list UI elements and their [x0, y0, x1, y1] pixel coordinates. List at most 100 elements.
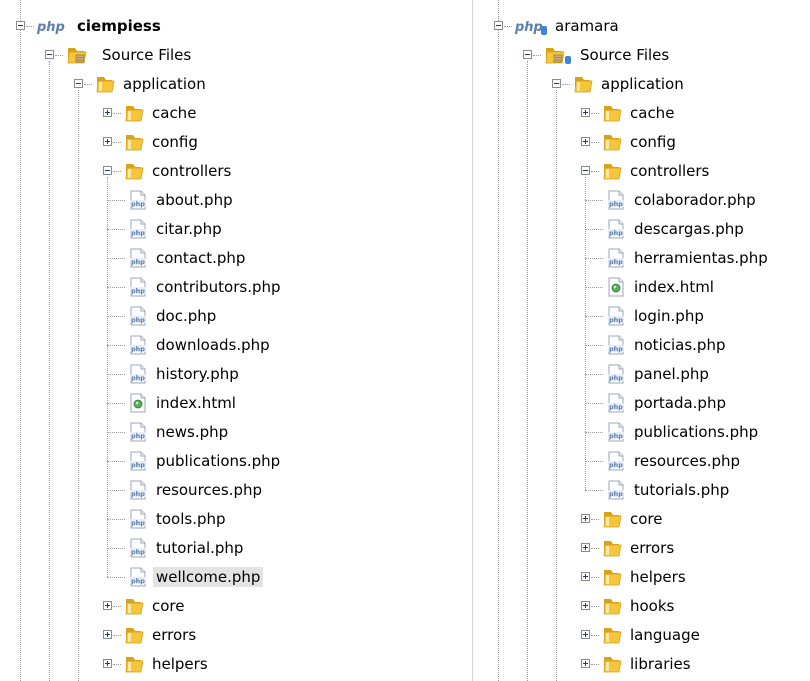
tree-file-row[interactable]: php about.php [0, 186, 470, 215]
file-name-label[interactable]: tutorials.php [631, 480, 732, 500]
tree-node-row[interactable]: language [478, 621, 810, 650]
file-name-label[interactable]: index.html [153, 393, 239, 413]
tree-node-row[interactable]: cache [0, 99, 470, 128]
expand-icon[interactable] [103, 601, 112, 610]
expand-icon[interactable] [581, 601, 590, 610]
tree-node-row[interactable]: Source Files [478, 41, 810, 70]
tree-file-row[interactable]: php publications.php [478, 418, 810, 447]
tree-file-row[interactable]: php panel.php [478, 360, 810, 389]
tree-node-row[interactable]: config [0, 128, 470, 157]
tree-node-row[interactable]: application [478, 70, 810, 99]
collapse-icon[interactable] [45, 50, 54, 59]
tree-file-row[interactable]: php portada.php [478, 389, 810, 418]
expand-icon[interactable] [581, 572, 590, 581]
collapse-icon[interactable] [523, 50, 532, 59]
tree-node-row[interactable]: controllers [478, 157, 810, 186]
tree-file-row[interactable]: php contact.php [0, 244, 470, 273]
project-root-label[interactable]: aramara [552, 16, 622, 36]
tree-file-row[interactable]: php tutorials.php [478, 476, 810, 505]
tree-file-row[interactable]: php colaborador.php [478, 186, 810, 215]
tree-file-row[interactable]: php tutorial.php [0, 534, 470, 563]
tree-file-row[interactable]: php resources.php [478, 447, 810, 476]
collapse-icon[interactable] [74, 79, 83, 88]
tree-file-row[interactable]: index.html [0, 389, 470, 418]
file-name-label[interactable]: descargas.php [631, 219, 747, 239]
collapse-icon[interactable] [552, 79, 561, 88]
tree-node-row[interactable]: cache [478, 99, 810, 128]
tree-node-row[interactable]: libraries [478, 650, 810, 679]
expand-icon[interactable] [103, 659, 112, 668]
folder-config-label[interactable]: config [627, 132, 679, 152]
folder-cache-label[interactable]: cache [627, 103, 677, 123]
file-name-label[interactable]: publications.php [153, 451, 283, 471]
folder-helpers-label[interactable]: helpers [627, 567, 689, 587]
file-name-label[interactable]: colaborador.php [631, 190, 759, 210]
file-name-label[interactable]: history.php [153, 364, 242, 384]
tree-node-row[interactable]: controllers [0, 157, 470, 186]
tree-file-row[interactable]: php citar.php [0, 215, 470, 244]
file-name-label[interactable]: publications.php [631, 422, 761, 442]
file-name-label[interactable]: resources.php [631, 451, 743, 471]
tree-file-row[interactable]: php doc.php [0, 302, 470, 331]
tree-file-row[interactable]: php news.php [0, 418, 470, 447]
file-name-label[interactable]: doc.php [153, 306, 219, 326]
tree-file-row[interactable]: index.html [478, 273, 810, 302]
file-name-label[interactable]: panel.php [631, 364, 712, 384]
file-name-label[interactable]: login.php [631, 306, 707, 326]
tree-file-row[interactable]: php noticias.php [478, 331, 810, 360]
file-name-label[interactable]: noticias.php [631, 335, 728, 355]
folder-config-label[interactable]: config [149, 132, 201, 152]
tree-file-row[interactable]: php tools.php [0, 505, 470, 534]
source-files-node-label[interactable]: Source Files [99, 45, 194, 65]
folder-application-label[interactable]: application [120, 74, 209, 94]
folder-language-label[interactable]: language [627, 625, 703, 645]
project-root-label[interactable]: ciempiess [74, 16, 164, 36]
collapse-icon[interactable] [16, 21, 25, 30]
tree-file-row[interactable]: php downloads.php [0, 331, 470, 360]
file-name-label[interactable]: citar.php [153, 219, 225, 239]
folder-libraries-label[interactable]: libraries [627, 654, 694, 674]
tree-file-row[interactable]: php wellcome.php [0, 563, 470, 592]
file-name-label[interactable]: tools.php [153, 509, 229, 529]
collapse-icon[interactable] [103, 166, 112, 175]
tree-node-row[interactable]: config [478, 128, 810, 157]
tree-node-row[interactable]: core [478, 505, 810, 534]
tree-node-row[interactable]: php ciempiess [0, 12, 470, 41]
tree-node-row[interactable]: Source Files [0, 41, 470, 70]
expand-icon[interactable] [581, 137, 590, 146]
file-name-label[interactable]: about.php [153, 190, 236, 210]
file-name-label[interactable]: downloads.php [153, 335, 273, 355]
file-name-label[interactable]: resources.php [153, 480, 265, 500]
expand-icon[interactable] [103, 108, 112, 117]
tree-node-row[interactable]: php aramara [478, 12, 810, 41]
tree-node-row[interactable]: helpers [0, 650, 470, 679]
folder-controllers-label[interactable]: controllers [627, 161, 712, 181]
file-name-label[interactable]: herramientas.php [631, 248, 771, 268]
folder-controllers-label[interactable]: controllers [149, 161, 234, 181]
folder-errors-label[interactable]: errors [149, 625, 199, 645]
folder-hooks-label[interactable]: hooks [627, 596, 677, 616]
file-name-label[interactable]: contact.php [153, 248, 248, 268]
file-name-label[interactable]: tutorial.php [153, 538, 246, 558]
tree-node-row[interactable]: hooks [478, 592, 810, 621]
expand-icon[interactable] [103, 630, 112, 639]
collapse-icon[interactable] [581, 166, 590, 175]
tree-node-row[interactable]: helpers [478, 563, 810, 592]
file-name-label[interactable]: index.html [631, 277, 717, 297]
collapse-icon[interactable] [494, 21, 503, 30]
expand-icon[interactable] [581, 108, 590, 117]
folder-cache-label[interactable]: cache [149, 103, 199, 123]
tree-node-row[interactable]: errors [478, 534, 810, 563]
expand-icon[interactable] [581, 514, 590, 523]
file-name-label[interactable]: news.php [153, 422, 231, 442]
folder-helpers-label[interactable]: helpers [149, 654, 211, 674]
expand-icon[interactable] [103, 137, 112, 146]
folder-core-label[interactable]: core [149, 596, 188, 616]
folder-errors-label[interactable]: errors [627, 538, 677, 558]
tree-file-row[interactable]: php login.php [478, 302, 810, 331]
tree-file-row[interactable]: php descargas.php [478, 215, 810, 244]
folder-core-label[interactable]: core [627, 509, 666, 529]
tree-file-row[interactable]: php contributors.php [0, 273, 470, 302]
tree-file-row[interactable]: php resources.php [0, 476, 470, 505]
tree-node-row[interactable]: application [0, 70, 470, 99]
